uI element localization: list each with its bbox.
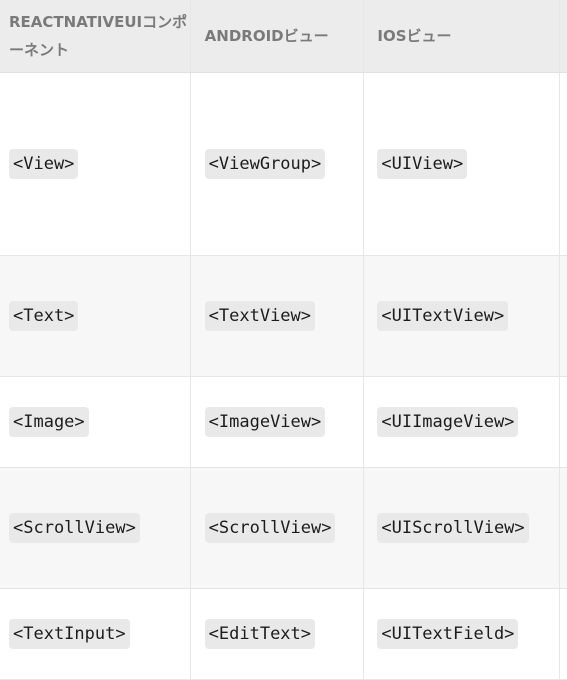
code-label: <View> [9, 149, 79, 179]
table-row: <View> <ViewGroup> <UIView> [0, 73, 567, 256]
code-label: <UIView> [377, 149, 468, 179]
code-label: <UITextView> [377, 301, 509, 331]
table-cell: <UIImageView> [364, 377, 561, 467]
header-cell-react-native: REACTNATIVEUIコンポーネント [0, 0, 191, 72]
header-cell-extra [560, 0, 567, 72]
table-row: <ScrollView> <ScrollView> <UIScrollView> [0, 468, 567, 589]
header-cell-ios: IOSビュー [364, 0, 561, 72]
component-mapping-table: REACTNATIVEUIコンポーネント ANDROIDビュー IOSビュー <… [0, 0, 567, 680]
table-cell: <View> [0, 73, 191, 255]
code-label: <ScrollView> [204, 513, 336, 543]
table-cell: <TextView> [191, 256, 365, 376]
code-label: <TextInput> [9, 619, 130, 649]
header-label: IOSビュー [377, 27, 452, 45]
table-cell: <UIView> [364, 73, 561, 255]
table-cell [560, 73, 567, 255]
code-label: <Text> [9, 301, 79, 331]
table-cell [560, 377, 567, 467]
table-cell: <ScrollView> [191, 468, 365, 588]
table-cell: <TextInput> [0, 589, 191, 679]
table-cell [560, 468, 567, 588]
table-cell: <UITextView> [364, 256, 561, 376]
table-header-row: REACTNATIVEUIコンポーネント ANDROIDビュー IOSビュー [0, 0, 567, 73]
code-label: <UITextField> [377, 619, 519, 649]
table-cell: <UIScrollView> [364, 468, 561, 588]
code-label: <UIScrollView> [377, 513, 529, 543]
table-cell: <ImageView> [191, 377, 365, 467]
table-cell [560, 256, 567, 376]
code-label: <EditText> [204, 619, 316, 649]
code-label: <ScrollView> [9, 513, 140, 543]
header-cell-android: ANDROIDビュー [191, 0, 365, 72]
code-label: <Image> [9, 407, 89, 437]
code-label: <ImageView> [204, 407, 326, 437]
code-label: <TextView> [204, 301, 316, 331]
table-cell: <Text> [0, 256, 191, 376]
table-cell: <EditText> [191, 589, 365, 679]
code-label: <UIImageView> [377, 407, 519, 437]
table-cell: <Image> [0, 377, 191, 467]
table-cell: <ScrollView> [0, 468, 191, 588]
table-cell: <UITextField> [364, 589, 561, 679]
table-row: <Image> <ImageView> <UIImageView> [0, 377, 567, 468]
header-label: REACTNATIVEUIコンポーネント [9, 13, 188, 59]
code-label: <ViewGroup> [204, 149, 326, 179]
header-label: ANDROIDビュー [204, 27, 329, 45]
table-cell: <ViewGroup> [191, 73, 365, 255]
table-cell [560, 589, 567, 679]
table-row: <TextInput> <EditText> <UITextField> [0, 589, 567, 680]
table-row: <Text> <TextView> <UITextView> [0, 256, 567, 377]
